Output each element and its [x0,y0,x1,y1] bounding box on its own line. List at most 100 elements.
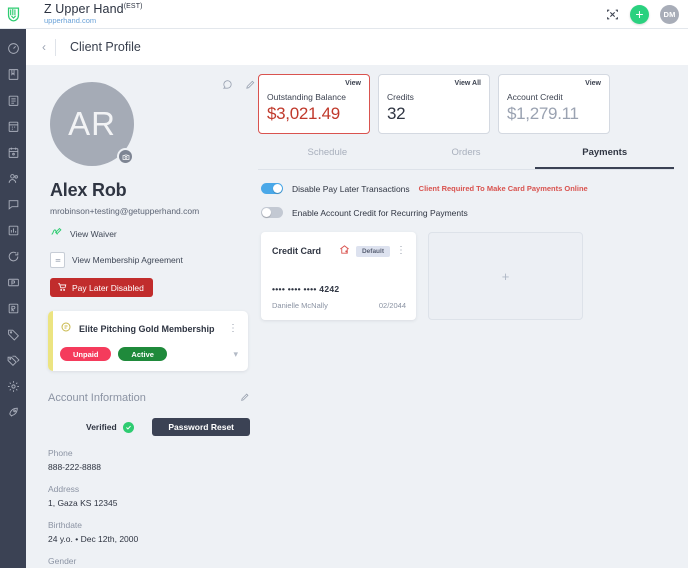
password-reset-button[interactable]: Password Reset [152,418,250,436]
profile-action-icons [222,77,256,95]
status-badge-unpaid: Unpaid [60,347,112,361]
account-information-title: Account Information [48,392,146,404]
home-billing-icon [339,242,350,260]
page-header: ‹ Client Profile [26,29,688,65]
client-email: mrobinson+testing@getupperhand.com [50,206,200,216]
upperhand-leaf-logo[interactable] [0,6,26,23]
membership-card[interactable]: Elite Pitching Gold Membership ⋮ Unpaid … [48,311,248,371]
credit-card-header-actions: Default ⋮ [339,242,406,260]
stat-cards: View Outstanding Balance $3,021.49 View … [258,74,674,134]
toggle-row-account-credit-recurring: Enable Account Credit for Recurring Paym… [258,207,674,218]
clipboard-icon[interactable] [5,92,21,108]
field-label: Phone [48,448,73,458]
page-title: Client Profile [70,40,141,54]
stat-label: Outstanding Balance [267,92,346,102]
tab-payments[interactable]: Payments [535,147,675,169]
refresh-icon[interactable] [5,248,21,264]
field-phone: Phone 888-222-8888 [48,448,256,472]
calendar-icon[interactable] [5,144,21,160]
view-membership-agreement-row[interactable]: View Membership Agreement [50,252,256,268]
membership-title: Elite Pitching Gold Membership [79,324,215,334]
account-credit-recurring-toggle[interactable] [261,207,283,218]
left-nav-rail [0,29,26,568]
stat-card-credits[interactable]: View All Credits 32 [378,74,490,134]
add-payment-method[interactable]: + [428,232,583,320]
credit-card-item[interactable]: Credit Card Default ⋮ •••• •••• •••• 424… [261,232,416,320]
verified-row: Verified Password Reset [48,418,250,436]
disable-pay-later-label: Disable Pay Later Transactions [292,183,410,194]
membership-badges: Unpaid Active ▾ [60,347,238,361]
view-membership-agreement-label: View Membership Agreement [72,255,183,265]
pay-later-disabled-label: Pay Later Disabled [72,282,144,293]
content-area: AR Alex Rob mrobinson+testing@getupperha… [26,65,688,568]
status-badge-active: Active [118,347,167,361]
top-bar: Z Upper Hand(EST) upperhand.com + DM [0,0,688,29]
signature-pen-icon [50,225,63,243]
clients-icon[interactable] [5,170,21,186]
brand-est-suffix: (EST) [123,3,143,11]
tags-icon[interactable] [5,352,21,368]
scan-qr-icon[interactable] [606,8,619,21]
view-waiver-label: View Waiver [70,229,117,239]
credit-card-title: Credit Card [272,246,322,256]
add-button[interactable]: + [630,4,649,24]
kebab-menu-icon[interactable]: ⋮ [396,246,406,256]
view-waiver-row[interactable]: View Waiver [50,225,256,243]
stat-label: Account Credit [507,92,563,102]
brand-url: upperhand.com [44,16,97,26]
brand-block: Z Upper Hand(EST) upperhand.com [44,3,143,24]
field-label: Address [48,484,80,494]
membership-accent-bar [48,311,53,371]
messages-icon[interactable] [5,196,21,212]
stat-label: Credits [387,92,414,102]
field-label: Gender [48,556,77,566]
marketing-icon[interactable] [5,404,21,420]
comment-icon[interactable] [222,77,233,95]
field-birthdate: Birthdate 24 y.o. • Dec 12th, 2000 [48,520,256,544]
account-credit-recurring-label: Enable Account Credit for Recurring Paym… [292,207,468,218]
view-link[interactable]: View [585,80,601,87]
payments-column: View Outstanding Balance $3,021.49 View … [258,70,675,320]
stat-value: 32 [387,104,406,123]
account-information-header: Account Information [48,389,250,407]
field-value: 1, Gaza KS 12345 [48,498,118,508]
chevron-left-icon[interactable]: ‹ [42,40,55,54]
payments-icon[interactable] [5,274,21,290]
schedule-icon[interactable] [5,118,21,134]
camera-icon[interactable] [117,148,134,165]
membership-badge-icon [60,320,72,338]
toggle-knob [273,184,282,193]
reports-icon[interactable] [5,222,21,238]
stat-card-account-credit[interactable]: View Account Credit $1,279.11 [498,74,610,134]
stat-card-outstanding-balance[interactable]: View Outstanding Balance $3,021.49 [258,74,370,134]
chevron-down-icon[interactable]: ▾ [233,349,238,360]
avatar-wrapper: AR [50,82,134,166]
verified-label: Verified [86,422,117,432]
tab-schedule[interactable]: Schedule [258,147,397,169]
dashboard-icon[interactable] [5,40,21,56]
view-all-link[interactable]: View All [455,80,481,87]
book-icon[interactable] [5,66,21,82]
resources-icon[interactable] [5,300,21,316]
default-badge: Default [355,245,390,257]
toggle-knob [262,208,271,217]
profile-column: AR Alex Rob mrobinson+testing@getupperha… [40,70,256,568]
field-value: 24 y.o. • Dec 12th, 2000 [48,534,139,544]
brand-name: Z Upper Hand(EST) [44,2,143,17]
tag-icon[interactable] [5,326,21,342]
pay-later-disabled-button[interactable]: Pay Later Disabled [50,278,153,297]
tab-orders[interactable]: Orders [397,147,536,169]
payment-methods: Credit Card Default ⋮ •••• •••• •••• 424… [258,232,674,320]
disable-pay-later-toggle[interactable] [261,183,283,194]
user-avatar[interactable]: DM [660,4,679,24]
settings-gear-icon[interactable] [5,378,21,394]
pencil-icon[interactable] [245,77,256,95]
document-icon [50,252,65,268]
pencil-icon[interactable] [240,389,250,407]
view-link[interactable]: View [345,80,361,87]
kebab-menu-icon[interactable]: ⋮ [228,324,238,334]
field-value: 888-222-8888 [48,462,101,472]
credit-card-holder: Danielle McNally [272,301,328,310]
tab-bar: Schedule Orders Payments [258,147,675,170]
client-name: Alex Rob [50,180,127,200]
